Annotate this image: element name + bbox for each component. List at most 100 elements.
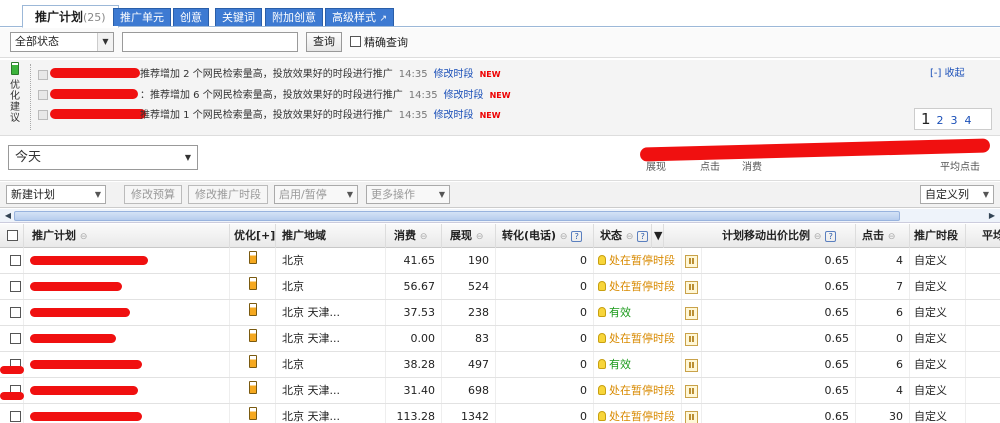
tab-creative[interactable]: 创意 xyxy=(173,8,209,26)
horizontal-scrollbar[interactable]: ◀ ▶ xyxy=(0,209,1000,223)
region-cell: 北京 天津... xyxy=(276,378,386,403)
header-avg[interactable]: 平均 xyxy=(966,224,1000,248)
select-all-checkbox[interactable] xyxy=(7,230,18,241)
header-filter[interactable]: ▼ xyxy=(652,224,664,248)
suggestion-time: 14:35 xyxy=(398,110,428,121)
collapse-link[interactable]: [-] 收起 xyxy=(930,64,965,79)
plan-name-cell[interactable] xyxy=(24,378,230,403)
pause-cell[interactable]: II xyxy=(682,248,702,273)
help-icon[interactable]: ? xyxy=(637,231,649,242)
tab-keyword[interactable]: 关键词 xyxy=(215,8,262,26)
pause-icon[interactable]: II xyxy=(685,333,698,346)
tab-plan[interactable]: 推广计划(25) xyxy=(22,5,119,28)
modify-time-link[interactable]: 修改时段 xyxy=(434,110,474,121)
modify-time-button[interactable]: 修改推广时段 xyxy=(188,185,268,204)
page-link[interactable]: 4 xyxy=(965,114,972,127)
pause-icon[interactable]: II xyxy=(685,359,698,372)
row-checkbox[interactable] xyxy=(10,255,21,266)
help-icon[interactable]: ? xyxy=(571,231,583,242)
row-checkbox[interactable] xyxy=(10,333,21,344)
tab-unit-label: 推广单元 xyxy=(120,11,164,24)
pause-cell[interactable]: II xyxy=(682,300,702,325)
row-checkbox[interactable] xyxy=(10,281,21,292)
exact-query-checkbox[interactable] xyxy=(350,36,361,47)
status-cell: 处在暂停时段 xyxy=(594,248,682,273)
table-row[interactable]: 北京 天津... 0.00 83 0 处在暂停时段 II 0.65 0 自定义 xyxy=(0,326,1000,352)
modify-time-link[interactable]: 修改时段 xyxy=(434,69,474,80)
pause-icon[interactable]: II xyxy=(685,281,698,294)
header-cost[interactable]: 消费 ⊖ xyxy=(386,224,442,248)
battery-icon xyxy=(248,355,257,368)
pause-cell[interactable]: II xyxy=(682,404,702,423)
table-row[interactable]: 北京 天津... 37.53 238 0 有效 II 0.65 6 自定义 xyxy=(0,300,1000,326)
custom-columns-select[interactable]: 自定义列 ▼ xyxy=(920,185,994,204)
header-impressions[interactable]: 展现 ⊖ xyxy=(442,224,496,248)
date-range-select[interactable]: 今天 ▼ xyxy=(8,145,198,170)
tab-advanced-style[interactable]: 高级样式 ↗ xyxy=(325,8,395,26)
row-checkbox[interactable] xyxy=(10,411,21,422)
region-cell: 北京 天津... xyxy=(276,300,386,325)
header-plan[interactable]: 推广计划 ⊖ xyxy=(24,224,230,248)
plan-name-cell[interactable] xyxy=(24,404,230,423)
chevron-down-icon: ▼ xyxy=(97,33,113,51)
header-clicks[interactable]: 点击 ⊖ xyxy=(856,224,910,248)
new-plan-select[interactable]: 新建计划 ▼ xyxy=(6,185,106,204)
metric-label: 消费 xyxy=(742,162,762,173)
header-conversion[interactable]: 转化(电话) ⊖ ? xyxy=(496,224,594,248)
header-mobile-ratio[interactable]: 计划移动出价比例 ⊖ ? xyxy=(664,224,856,248)
row-checkbox[interactable] xyxy=(10,307,21,318)
modify-time-link[interactable]: 修改时段 xyxy=(444,90,484,101)
opt-cell[interactable] xyxy=(230,248,276,273)
tab-unit[interactable]: 推广单元 xyxy=(113,8,171,26)
search-input[interactable] xyxy=(122,32,298,52)
sort-icon: ⊖ xyxy=(475,232,484,242)
pause-cell[interactable]: II xyxy=(682,274,702,299)
pause-icon[interactable]: II xyxy=(685,385,698,398)
status-text: 处在暂停时段 xyxy=(609,280,675,293)
plan-name-cell[interactable] xyxy=(24,326,230,351)
lightbulb-icon xyxy=(598,281,606,291)
opt-cell[interactable] xyxy=(230,300,276,325)
header-status[interactable]: 状态 ⊖ ? xyxy=(594,224,652,248)
tab-extra-creative[interactable]: 附加创意 xyxy=(265,8,323,26)
header-opt[interactable]: 优化[+] xyxy=(230,224,276,248)
more-ops-select[interactable]: 更多操作 ▼ xyxy=(366,185,450,204)
table-row[interactable]: 北京 天津... 31.40 698 0 处在暂停时段 II 0.65 4 自定义 xyxy=(0,378,1000,404)
plan-name-cell[interactable] xyxy=(24,352,230,377)
clicks-cell: 30 xyxy=(856,404,910,423)
table-row[interactable]: 北京 天津... 113.28 1342 0 处在暂停时段 II 0.65 30 自定义 xyxy=(0,404,1000,423)
battery-icon xyxy=(248,277,257,290)
help-icon[interactable]: ? xyxy=(825,231,837,242)
pause-cell[interactable]: II xyxy=(682,326,702,351)
opt-cell[interactable] xyxy=(230,274,276,299)
opt-cell[interactable] xyxy=(230,404,276,423)
table-row[interactable]: 北京 56.67 524 0 处在暂停时段 II 0.65 7 自定义 xyxy=(0,274,1000,300)
opt-cell[interactable] xyxy=(230,378,276,403)
pause-icon[interactable]: II xyxy=(685,307,698,320)
scroll-thumb[interactable] xyxy=(14,211,900,221)
scroll-left-icon[interactable]: ◀ xyxy=(2,210,14,222)
redaction-mark xyxy=(30,412,142,421)
tab-extra-creative-label: 附加创意 xyxy=(272,11,316,24)
modify-budget-button[interactable]: 修改预算 xyxy=(124,185,182,204)
pause-cell[interactable]: II xyxy=(682,378,702,403)
table-row[interactable]: 北京 38.28 497 0 有效 II 0.65 6 自定义 xyxy=(0,352,1000,378)
page-link[interactable]: 3 xyxy=(951,114,958,127)
query-button[interactable]: 查询 xyxy=(306,32,342,52)
battery-icon xyxy=(248,303,257,316)
pause-cell[interactable]: II xyxy=(682,352,702,377)
page-link[interactable]: 2 xyxy=(937,114,944,127)
table-row[interactable]: 北京 41.65 190 0 处在暂停时段 II 0.65 4 自定义 xyxy=(0,248,1000,274)
filter-icon[interactable]: ▼ xyxy=(654,229,662,242)
pause-icon[interactable]: II xyxy=(685,255,698,268)
pause-icon[interactable]: II xyxy=(685,411,698,423)
status-text: 处在暂停时段 xyxy=(609,410,675,423)
status-select[interactable]: 全部状态 ▼ xyxy=(10,32,114,52)
enable-pause-select[interactable]: 启用/暂停 ▼ xyxy=(274,185,358,204)
plan-name-cell[interactable] xyxy=(24,248,230,273)
plan-name-cell[interactable] xyxy=(24,300,230,325)
opt-cell[interactable] xyxy=(230,326,276,351)
plan-name-cell[interactable] xyxy=(24,274,230,299)
opt-cell[interactable] xyxy=(230,352,276,377)
scroll-right-icon[interactable]: ▶ xyxy=(986,210,998,222)
